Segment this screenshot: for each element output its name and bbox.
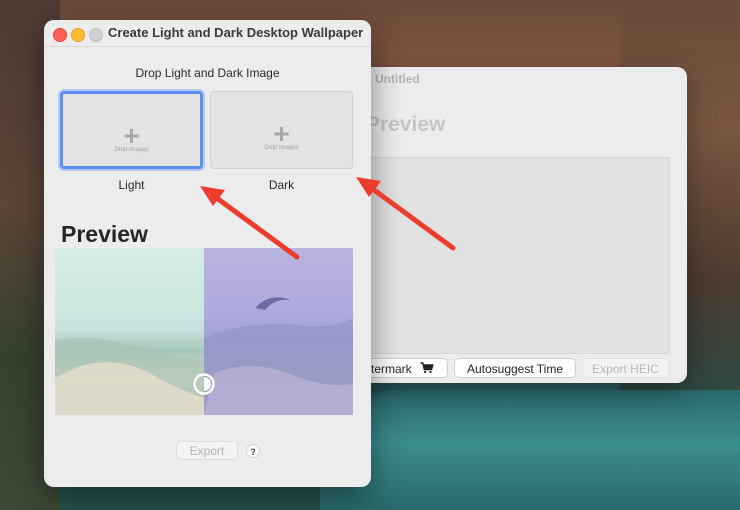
untitled-window-title: Untitled xyxy=(375,72,420,86)
drop-heading: Drop Light and Dark Image xyxy=(135,66,280,80)
light-label: Light xyxy=(118,178,145,192)
untitled-window: Untitled Preview termark Autosuggest Tim… xyxy=(350,67,687,383)
create-wallpaper-window: Create Light and Dark Desktop Wallpaper … xyxy=(44,20,371,487)
light-image-drop-well[interactable]: + Drop Images xyxy=(60,91,203,169)
plus-icon: + xyxy=(123,120,140,151)
export-button[interactable]: Export xyxy=(176,441,238,460)
minimize-window-button[interactable] xyxy=(71,28,85,42)
cart-icon xyxy=(420,360,434,380)
drop-hint-text: Drop Images xyxy=(264,145,299,151)
window-title: Create Light and Dark Desktop Wallpaper xyxy=(108,25,364,40)
dark-image-drop-well[interactable]: + Drop Images xyxy=(210,91,353,169)
back-preview-area xyxy=(366,157,670,354)
wallpaper-preview-image xyxy=(55,248,353,415)
back-preview-title: Preview xyxy=(366,113,446,136)
dark-label: Dark xyxy=(268,178,295,192)
watermark-button-label: termark xyxy=(371,362,412,376)
autosuggest-time-button[interactable]: Autosuggest Time xyxy=(454,358,576,378)
window-titlebar: Create Light and Dark Desktop Wallpaper xyxy=(44,20,371,47)
help-button[interactable]: ? xyxy=(246,444,260,458)
plus-icon: + xyxy=(273,118,290,149)
wallpaper-river xyxy=(320,390,740,510)
light-dark-toggle-icon xyxy=(192,372,216,401)
export-heic-button[interactable]: Export HEIC xyxy=(582,358,669,378)
drop-hint-text: Drop Images xyxy=(114,147,149,153)
preview-title: Preview xyxy=(61,221,148,247)
zoom-window-button[interactable] xyxy=(89,28,103,42)
close-window-button[interactable] xyxy=(53,28,67,42)
